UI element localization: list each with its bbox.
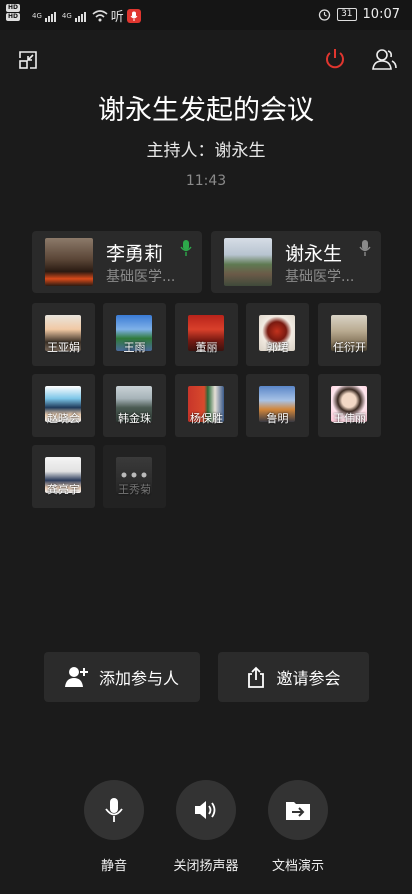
people-icon <box>372 49 397 70</box>
avatar <box>224 238 272 286</box>
minimize-window-button[interactable] <box>14 46 42 74</box>
meeting-title: 谢永生发起的会议 <box>98 95 314 126</box>
recording-mic-icon <box>126 8 141 23</box>
participant-tile[interactable]: 杨保胜 <box>175 374 238 437</box>
add-person-icon <box>64 667 88 687</box>
invite-label: 邀请参会 <box>276 669 341 688</box>
network-label: 4G <box>32 11 42 20</box>
speaker-toggle-button[interactable] <box>176 780 236 840</box>
participant-tile[interactable]: 韩金珠 <box>103 374 166 437</box>
document-share-button[interactable] <box>268 780 328 840</box>
participant-dept: 基础医学... <box>285 269 355 285</box>
participant-tile[interactable]: 王雨 <box>103 303 166 366</box>
status-bar: HD HD 4G 4G 听 31 10:07 <box>0 0 412 30</box>
participants-list-button[interactable] <box>368 44 400 74</box>
invite-button[interactable]: 邀请参会 <box>218 652 369 702</box>
mute-button[interactable] <box>84 780 144 840</box>
mic-icon <box>359 240 371 256</box>
participant-name: 董丽 <box>195 341 218 354</box>
participant-tile-inactive[interactable]: 王秀菊 <box>103 445 166 508</box>
hd-badge: HD <box>6 13 21 21</box>
participant-tile[interactable]: 任衍开 <box>318 303 381 366</box>
featured-participant-card[interactable]: 李勇莉 基础医学... <box>32 231 202 293</box>
network-label: 4G <box>61 11 72 20</box>
participant-name: 杨保胜 <box>190 412 223 425</box>
participant-name: 王秀菊 <box>118 483 151 496</box>
featured-participant-card[interactable]: 谢永生 基础医学... <box>211 231 381 293</box>
add-participant-button[interactable]: 添加参与人 <box>44 652 200 702</box>
status-left: HD HD 4G 4G 听 <box>6 4 141 25</box>
app-label: 听 <box>110 10 124 25</box>
end-meeting-button[interactable] <box>320 44 350 74</box>
participant-tile[interactable]: 龚亮宇 <box>32 445 95 508</box>
clock: 10:07 <box>362 7 400 22</box>
participant-tile[interactable]: 赵晓会 <box>32 374 95 437</box>
participant-name: 李勇莉 <box>106 243 164 265</box>
signal-icon <box>74 11 86 22</box>
document-share-label: 文档演示 <box>271 859 324 874</box>
avatar <box>45 238 93 286</box>
participant-name: 赵晓会 <box>47 412 80 425</box>
participant-name: 谢永生 <box>285 243 343 265</box>
shrink-icon <box>19 51 37 69</box>
hd-badges: HD HD <box>6 4 21 21</box>
participant-name: 任衍开 <box>333 341 366 354</box>
add-participant-label: 添加参与人 <box>98 669 179 688</box>
wifi-icon <box>92 9 108 21</box>
participant-name: 王亚娟 <box>47 341 80 354</box>
participant-dept: 基础医学... <box>106 269 176 285</box>
meeting-timer: 11:43 <box>185 173 227 189</box>
participant-name: 王雨 <box>123 341 146 354</box>
speaker-icon <box>195 801 216 819</box>
connecting-dots-icon <box>121 472 147 478</box>
mute-label: 静音 <box>100 859 127 874</box>
signal-icon <box>44 11 56 22</box>
alarm-icon <box>318 9 331 21</box>
participant-tile[interactable]: 王亚娟 <box>32 303 95 366</box>
battery-icon: 31 <box>337 8 357 21</box>
participant-tile[interactable]: 鲁明 <box>246 374 309 437</box>
power-icon <box>326 49 344 69</box>
host-label: 主持人：谢永生 <box>146 141 266 161</box>
participant-name: 韩金珠 <box>118 412 151 425</box>
participant-tile[interactable]: 王伟丽 <box>318 374 381 437</box>
speaker-label: 关闭扬声器 <box>173 859 239 874</box>
status-right: 31 10:07 <box>318 7 400 22</box>
participant-name: 郭珺 <box>266 341 289 354</box>
participant-name: 龚亮宇 <box>47 483 80 496</box>
share-icon <box>248 666 265 688</box>
participant-name: 王伟丽 <box>333 412 366 425</box>
mic-active-icon <box>180 240 192 256</box>
folder-share-icon <box>286 802 310 820</box>
participant-tile[interactable]: 郭珺 <box>246 303 309 366</box>
participant-name: 鲁明 <box>266 412 289 425</box>
microphone-icon <box>105 798 123 822</box>
participant-tile[interactable]: 董丽 <box>175 303 238 366</box>
hd-badge: HD <box>6 4 21 12</box>
